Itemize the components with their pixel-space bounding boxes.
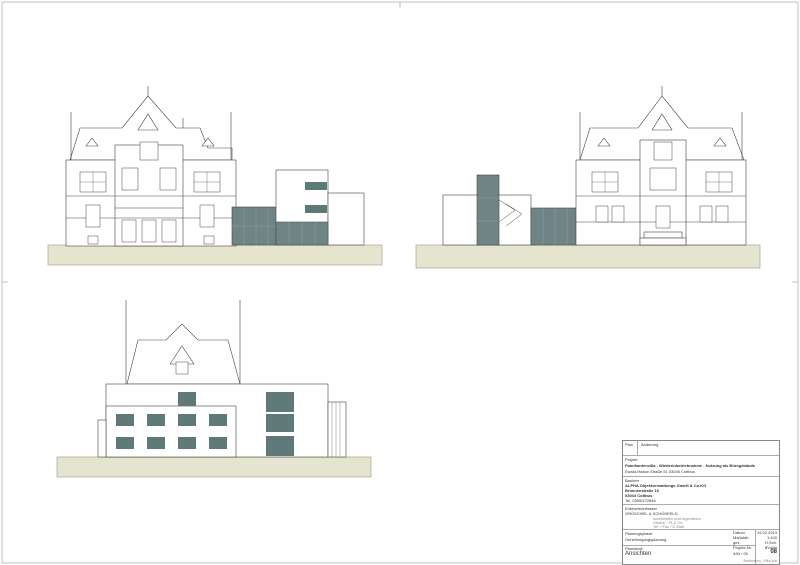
elevation-north (56, 300, 372, 478)
title-block: Plan Änderung Projekt Fabrikantenvilla -… (622, 440, 780, 565)
content-title: Ansichten (625, 551, 652, 557)
project-address: Ewald-Haase-Straße 51 03046 Cottbus (625, 469, 695, 474)
phase: Genehmigungsplanung (625, 537, 667, 542)
project-title: Fabrikantenvilla - Wiederinbetriebnahme … (625, 463, 756, 468)
elevation-east (415, 86, 761, 269)
project-label: Projekt (625, 457, 638, 462)
ground-strip (56, 456, 372, 478)
meta-label: Projekt-Nr. (733, 545, 752, 550)
sheet-code: A94 / 00 (733, 551, 748, 556)
ground-strip (415, 244, 761, 269)
file-name: Ansichten_Villa.pln (743, 558, 777, 563)
sheet-number: 08 (770, 549, 777, 555)
elevation-west (47, 86, 383, 266)
header-label-change: Änderung (641, 442, 659, 447)
header-label-plan: Plan (625, 442, 634, 447)
ground-strip (47, 244, 383, 266)
client-phone: Tel. 0355/472646 (625, 498, 656, 503)
phase-label: Planungsphase (625, 531, 653, 536)
